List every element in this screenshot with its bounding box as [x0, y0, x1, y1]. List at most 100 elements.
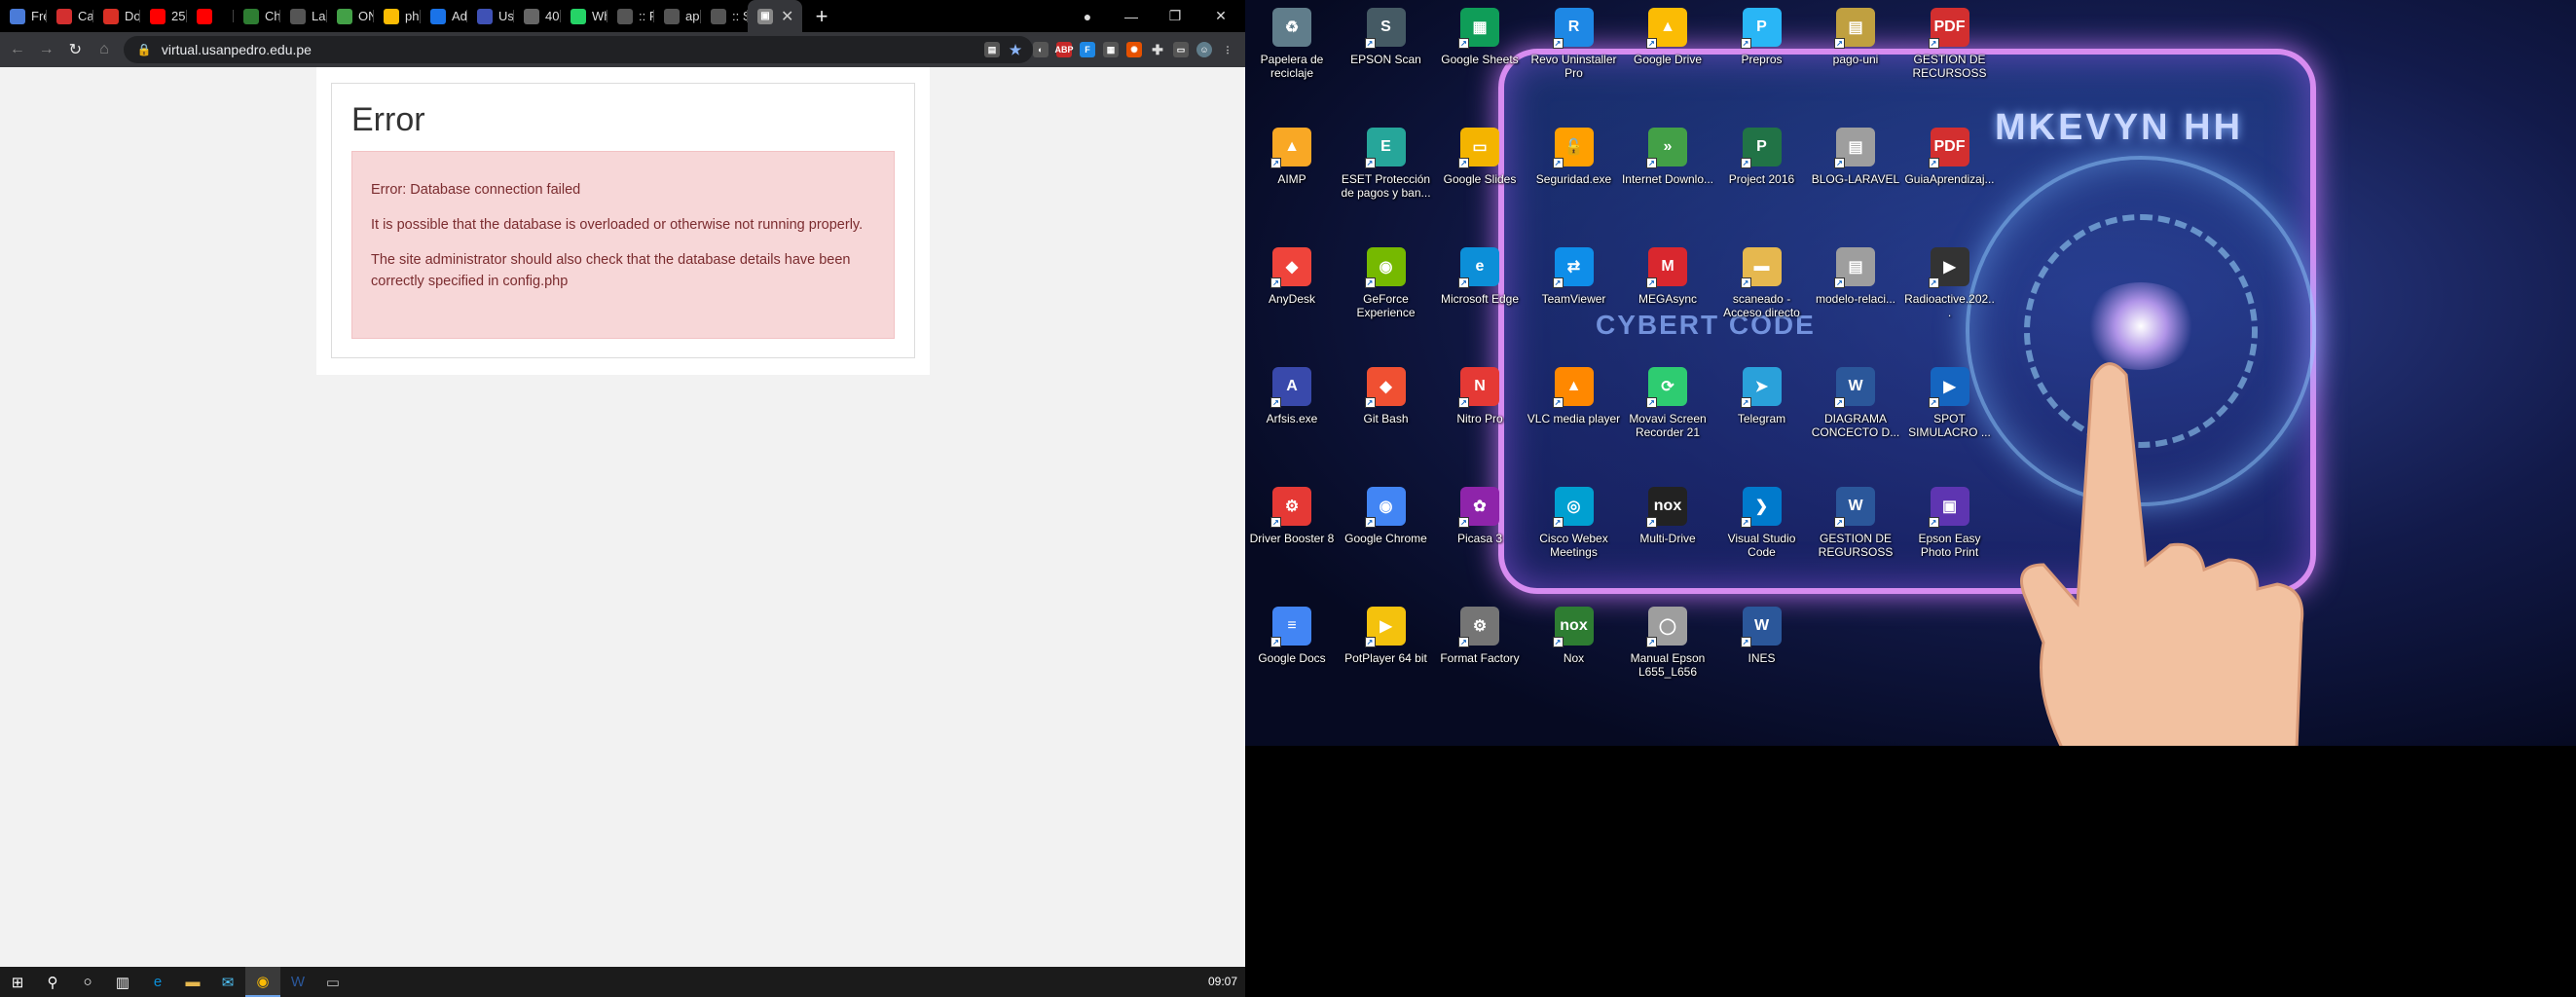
desktop-icon[interactable]: N ↗ Nitro Pro	[1433, 359, 1527, 466]
desktop-icon[interactable]: ➤ ↗ Telegram	[1715, 359, 1809, 466]
desktop-icon[interactable]: » ↗ Internet Downlo...	[1621, 120, 1714, 227]
browser-tab[interactable]: Lar	[280, 0, 327, 32]
browser-tab[interactable]: 40	[514, 0, 561, 32]
desktop-icon[interactable]: A ↗ Arfsis.exe	[1245, 359, 1339, 466]
extension-gear-icon[interactable]: ✺	[1126, 42, 1142, 57]
extensions-puzzle-icon[interactable]: ✚	[1150, 42, 1165, 57]
desktop-icon[interactable]: ◉ ↗ Google Chrome	[1340, 479, 1433, 586]
maximize-button[interactable]: ❐	[1154, 0, 1196, 32]
desktop-icon[interactable]: ▶ ↗ Radioactive.202...	[1903, 240, 1997, 347]
browser-tab[interactable]: php	[374, 0, 421, 32]
desktop-icon[interactable]: ✿ ↗ Picasa 3	[1433, 479, 1527, 586]
desktop-icon[interactable]: PDF ↗ GuiaAprendizaj...	[1903, 120, 1997, 227]
chrome-taskbar-icon[interactable]: ◉	[245, 967, 280, 997]
back-button[interactable]: ←	[6, 36, 29, 63]
desktop-icon[interactable]: ◆ ↗ AnyDesk	[1245, 240, 1339, 347]
desktop-icon[interactable]: P ↗ Project 2016	[1715, 120, 1809, 227]
browser-tab[interactable]: Car	[47, 0, 93, 32]
desktop-icon[interactable]: ▶ ↗ PotPlayer 64 bit	[1340, 599, 1433, 706]
browser-tab[interactable]: ON	[327, 0, 374, 32]
edge-taskbar-icon[interactable]: e	[140, 967, 175, 997]
desktop-icon[interactable]: P ↗ Prepros	[1715, 0, 1809, 107]
task-view-icon[interactable]: ▥	[105, 967, 140, 997]
mail-icon[interactable]: ✉	[210, 967, 245, 997]
browser-tab[interactable]	[187, 0, 234, 32]
menu-kebab-icon[interactable]: ⋮	[1220, 42, 1235, 57]
minimize-button[interactable]: —	[1110, 0, 1153, 32]
desktop-icon[interactable]: ▤ ↗ pago-uni	[1809, 0, 1902, 107]
desktop-icon[interactable]: ▬ ↗ scaneado - Acceso directo	[1715, 240, 1809, 347]
url-text[interactable]: virtual.usanpedro.edu.pe	[162, 42, 312, 57]
extension-icon[interactable]: ◐	[1033, 42, 1049, 57]
desktop-icon[interactable]: ♻ Papelera de reciclaje	[1245, 0, 1339, 107]
tab-search-icon[interactable]: ●	[1066, 0, 1109, 32]
desktop-icon[interactable]: ◎ ↗ Cisco Webex Meetings	[1527, 479, 1621, 586]
desktop-icon[interactable]: ▲ ↗ AIMP	[1245, 120, 1339, 227]
search-icon[interactable]: ⚲	[35, 967, 70, 997]
desktop-icon[interactable]: ▭ ↗ Google Slides	[1433, 120, 1527, 227]
desktop-icon[interactable]: nox ↗ Multi-Drive	[1621, 479, 1714, 586]
start-button[interactable]: ⊞	[0, 967, 35, 997]
translate-icon[interactable]: ▤	[983, 42, 1000, 57]
new-tab-button[interactable]: +	[802, 4, 841, 29]
taskbar-clock[interactable]: 09:07	[1208, 975, 1237, 988]
at-icon	[430, 8, 446, 24]
profile-avatar[interactable]: ☺	[1196, 42, 1212, 57]
desktop-icon[interactable]: W ↗ INES	[1715, 599, 1809, 706]
home-button[interactable]: ⌂	[92, 36, 116, 63]
desktop-icon[interactable]: ▶ ↗ SPOT SIMULACRO ...	[1903, 359, 1997, 466]
desktop-icon[interactable]: ❯ ↗ Visual Studio Code	[1715, 479, 1809, 586]
extension-dim-icon[interactable]: ▭	[1173, 42, 1189, 57]
desktop-icon[interactable]: PDF ↗ GESTION DE RECURSOSS	[1903, 0, 1997, 107]
desktop-icon[interactable]: ⇄ ↗ TeamViewer	[1527, 240, 1621, 347]
close-tab-icon[interactable]: ✕	[781, 7, 793, 26]
desktop-icon[interactable]: ⚙ ↗ Format Factory	[1433, 599, 1527, 706]
browser-tab[interactable]: 25	[140, 0, 187, 32]
desktop-icon[interactable]: ▲ ↗ VLC media player	[1527, 359, 1621, 466]
desktop-icon[interactable]: ▤ ↗ modelo-relaci...	[1809, 240, 1902, 347]
bookmark-star-icon[interactable]: ★	[1008, 42, 1023, 57]
desktop-icon[interactable]: E ↗ ESET Protección de pagos y ban...	[1340, 120, 1433, 227]
desktop-icon[interactable]: 🔓 ↗ Seguridad.exe	[1527, 120, 1621, 227]
app-taskbar-icon[interactable]: ▭	[315, 967, 350, 997]
desktop-icon[interactable]: ⚙ ↗ Driver Booster 8	[1245, 479, 1339, 586]
desktop-icon[interactable]: ◯ ↗ Manual Epson L655_L656	[1621, 599, 1714, 706]
browser-tab[interactable]: :: P	[607, 0, 654, 32]
adblock-icon[interactable]: ABP	[1055, 42, 1074, 57]
extension-grid-icon[interactable]: ▦	[1103, 42, 1119, 57]
desktop-icon[interactable]: ▣ ↗ Epson Easy Photo Print	[1903, 479, 1997, 586]
browser-tab[interactable]: Fre	[0, 0, 47, 32]
tab-active[interactable]: ▣ ✕	[748, 0, 802, 32]
wallpaper-title: MKEVYN HH	[1995, 107, 2244, 148]
desktop-icon[interactable]: ≡ ↗ Google Docs	[1245, 599, 1339, 706]
desktop-icon[interactable]: ◉ ↗ GeForce Experience	[1340, 240, 1433, 347]
reload-button[interactable]: ↻	[63, 36, 87, 63]
lock-icon[interactable]: 🔒	[137, 43, 152, 56]
cortana-icon[interactable]: ○	[70, 967, 105, 997]
desktop-icon[interactable]: ⟳ ↗ Movavi Screen Recorder 21	[1621, 359, 1714, 466]
file-explorer-icon[interactable]: ▬	[175, 967, 210, 997]
desktop-icon[interactable]: ▤ ↗ BLOG-LARAVEL	[1809, 120, 1902, 227]
desktop-icon[interactable]: ◆ ↗ Git Bash	[1340, 359, 1433, 466]
browser-tab[interactable]: Wh	[561, 0, 607, 32]
forward-button[interactable]: →	[35, 36, 58, 63]
browser-tab[interactable]: Usc	[467, 0, 514, 32]
desktop-icon[interactable]: ▦ ↗ Google Sheets	[1433, 0, 1527, 107]
desktop-icon[interactable]: W ↗ GESTION DE REGURSOSS	[1809, 479, 1902, 586]
extension-f-icon[interactable]: F	[1080, 42, 1095, 57]
address-bar[interactable]: 🔒 virtual.usanpedro.edu.pe ▤ ★	[123, 36, 1033, 63]
desktop-icon[interactable]: M ↗ MEGAsync	[1621, 240, 1714, 347]
browser-tab[interactable]: :: S	[701, 0, 748, 32]
desktop-icon[interactable]: S ↗ EPSON Scan	[1340, 0, 1433, 107]
browser-tab[interactable]: app	[654, 0, 701, 32]
browser-tab[interactable]: Adr	[421, 0, 467, 32]
desktop-icon[interactable]: e ↗ Microsoft Edge	[1433, 240, 1527, 347]
word-taskbar-icon[interactable]: W	[280, 967, 315, 997]
desktop-icon[interactable]: R ↗ Revo Uninstaller Pro	[1527, 0, 1621, 107]
close-window-button[interactable]: ✕	[1199, 0, 1242, 32]
desktop-icon[interactable]: ▲ ↗ Google Drive	[1621, 0, 1714, 107]
desktop-icon[interactable]: nox ↗ Nox	[1527, 599, 1621, 706]
browser-tab[interactable]: Do	[93, 0, 140, 32]
desktop-icon[interactable]: W ↗ DIAGRAMA CONCECTO D...	[1809, 359, 1902, 466]
browser-tab[interactable]: Che	[234, 0, 280, 32]
